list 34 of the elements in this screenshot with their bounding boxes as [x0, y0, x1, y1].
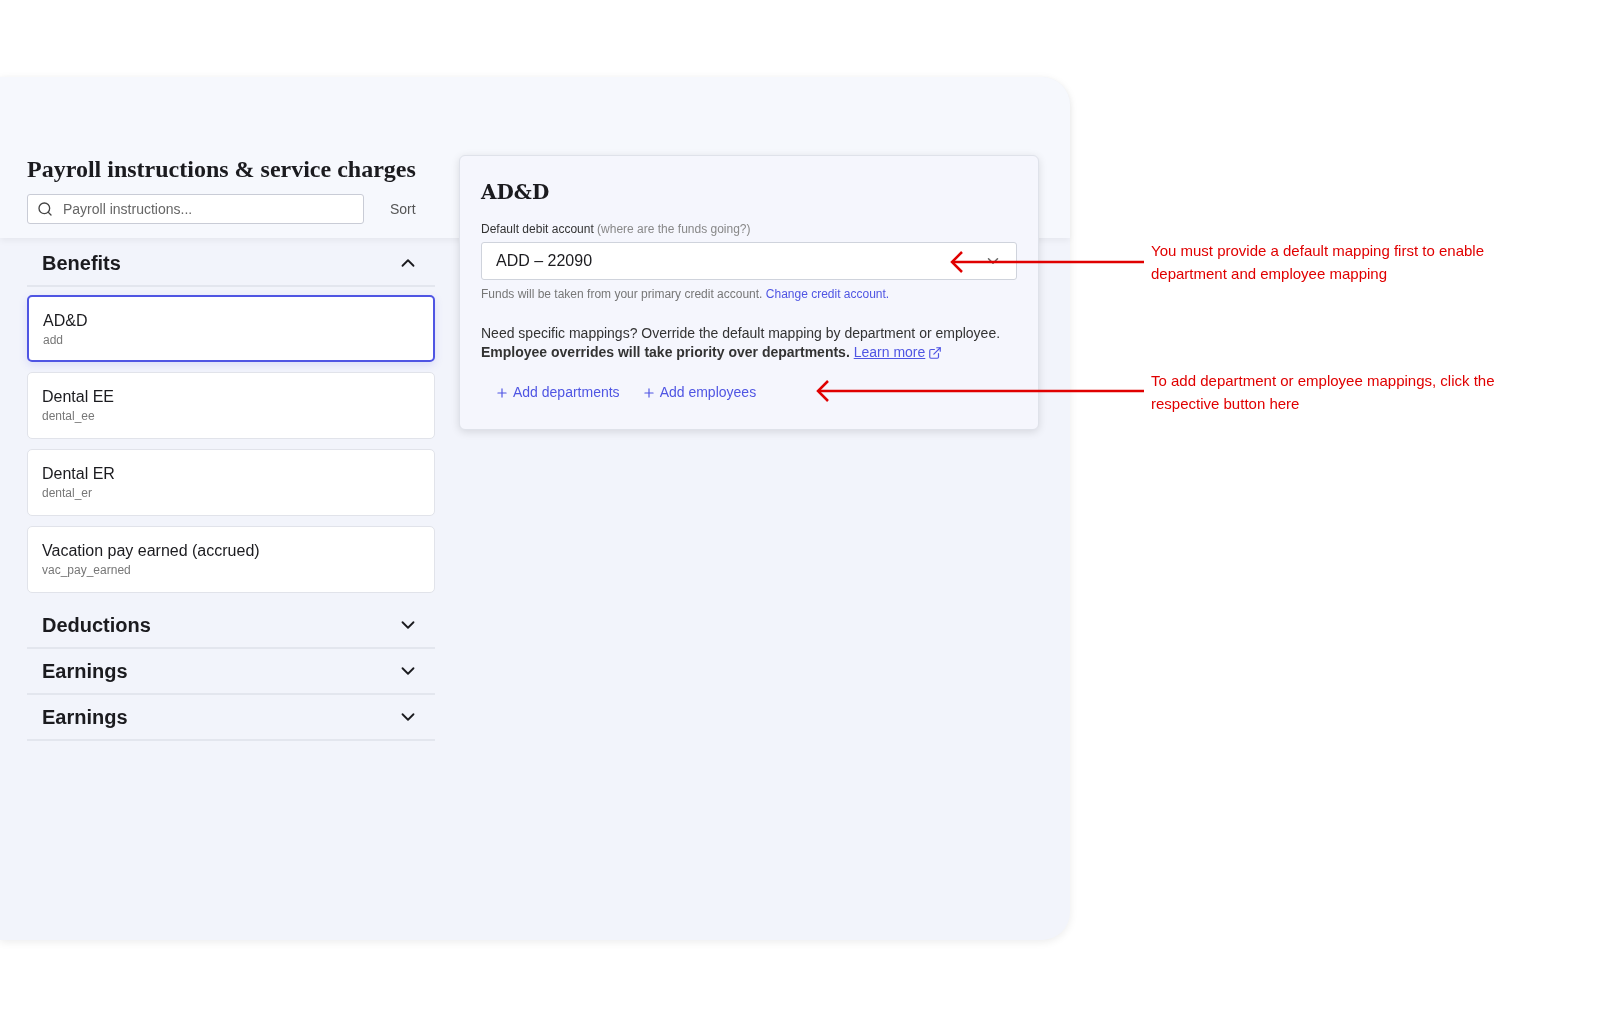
helper-text: Funds will be taken from your primary credit account. Change credit account. [481, 286, 891, 303]
group-header[interactable]: Deductions [27, 603, 435, 649]
instruction-card[interactable]: AD&D add [27, 295, 435, 362]
search-icon [37, 201, 53, 217]
instruction-card[interactable]: Vacation pay earned (accrued) vac_pay_earned [27, 526, 435, 593]
instruction-code: vac_pay_earned [42, 562, 131, 579]
annotation-text: You must provide a default mapping first to enable department and employee mapping [1151, 241, 1485, 284]
sort-button[interactable]: Sort [388, 194, 418, 224]
learn-more-link[interactable]: Learn more [853, 343, 943, 362]
instruction-code: dental_er [42, 485, 93, 502]
instruction-code: dental_ee [42, 408, 95, 425]
page-title: Payroll instructions & service charges [27, 155, 416, 183]
instruction-name: Dental EE [42, 387, 115, 407]
group-header[interactable]: Earnings [27, 695, 435, 741]
instruction-card[interactable]: Dental ER dental_er [27, 449, 435, 516]
add-button[interactable]: Add departments [495, 380, 620, 405]
instruction-name: Dental ER [42, 464, 115, 484]
field-label: Default debit account (where are the funds going?) [481, 221, 752, 238]
external-link-icon [928, 345, 943, 360]
account-select[interactable]: ADD – 22090 [481, 242, 1017, 280]
instruction-code: add [43, 332, 64, 349]
instruction-name: AD&D [43, 311, 88, 331]
group-header[interactable]: Benefits [27, 241, 435, 287]
group-header[interactable]: Earnings [27, 649, 435, 695]
search-field[interactable]: Payroll instructions... [27, 194, 364, 224]
mapping-note: Need specific mappings? Override the default mapping by department or employee. Employee overrides will take priority over departments. Learn more [481, 324, 1002, 362]
instruction-name: Vacation pay earned (accrued) [42, 541, 260, 561]
detail-title: AD&D [481, 180, 551, 204]
annotation-text: To add department or employee mappings, click the respective button here [1151, 371, 1496, 414]
instruction-card[interactable]: Dental EE dental_ee [27, 372, 435, 439]
plus-icon [495, 385, 509, 400]
add-button[interactable]: Add employees [641, 380, 757, 405]
plus-icon [641, 385, 656, 400]
change-account-link[interactable]: Change credit account. [765, 287, 890, 301]
